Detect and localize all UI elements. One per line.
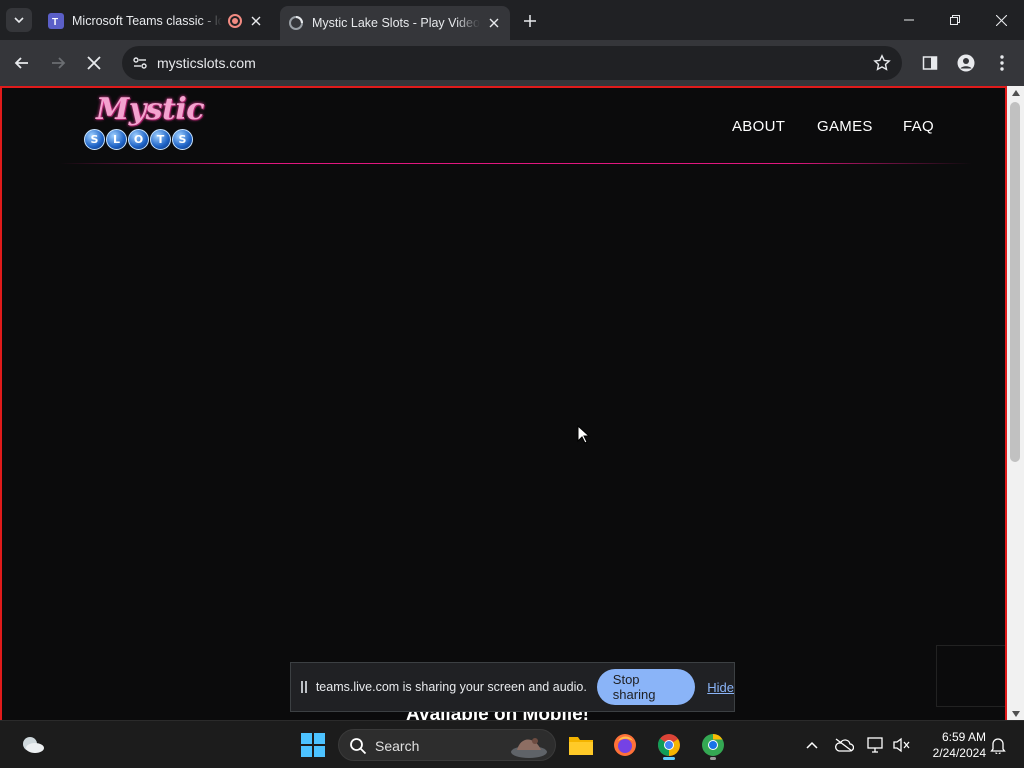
share-message: teams.live.com is sharing your screen an… [315,680,587,694]
nav-faq-link[interactable]: FAQ [903,118,934,135]
close-icon [995,14,1007,26]
mouse-cursor-icon [577,425,591,444]
page-scrollbar[interactable] [1007,86,1024,720]
minimize-icon [904,19,914,21]
bookmark-star-icon[interactable] [872,53,892,73]
windows-logo-icon [301,733,325,757]
notifications-button[interactable] [986,733,1010,757]
loading-icon [288,15,304,31]
folder-icon [569,737,593,755]
start-button[interactable] [296,728,330,762]
network-icon [867,737,883,753]
close-icon [87,56,101,70]
arrow-right-icon [52,57,66,69]
running-app-indicator [710,757,716,760]
chrome-button[interactable] [652,728,686,762]
logo-ball: S [172,129,193,150]
bell-icon [990,738,1006,754]
cloud-offline-icon [835,738,854,752]
volume-tray-button[interactable] [890,733,914,757]
tab-search-button[interactable] [6,8,32,32]
system-clock[interactable]: 6:59 AM 2/24/2024 [922,729,986,761]
side-panel-icon [922,56,938,70]
screen-share-bar: teams.live.com is sharing your screen an… [290,662,735,712]
back-button[interactable] [8,49,36,77]
logo-wordmark: Mystic [96,92,205,127]
firefox-button[interactable] [608,728,642,762]
scroll-down-arrow-icon[interactable] [1011,709,1020,718]
plus-icon [524,15,536,27]
restore-button[interactable] [932,0,978,40]
onedrive-tray-button[interactable] [832,733,856,757]
logo-ball: T [150,129,171,150]
new-tab-button[interactable] [518,10,542,32]
profile-button[interactable] [952,49,980,77]
more-vertical-icon [1000,55,1004,71]
file-explorer-button[interactable] [564,728,598,762]
address-bar[interactable]: mysticslots.com [122,46,902,80]
weather-widget[interactable] [16,728,50,762]
recording-icon [228,14,242,28]
chrome-alt-icon [702,734,724,756]
hide-share-bar-link[interactable]: Hide [707,680,734,695]
drag-handle-icon[interactable] [301,681,307,693]
profile-icon [957,54,975,72]
close-tab-icon[interactable] [248,13,264,29]
logo-slots-balls: S L O T S [84,129,193,150]
nav-about-link[interactable]: ABOUT [732,118,785,135]
active-app-indicator [663,757,675,760]
scrollbar-thumb[interactable] [1010,102,1020,462]
clock-date: 2/24/2024 [932,746,986,760]
menu-button[interactable] [988,49,1016,77]
tab-title: Mystic Lake Slots - Play Video F [312,16,480,30]
browser-toolbar: mysticslots.com [0,40,1024,86]
search-highlight-art-icon [511,738,547,758]
logo-ball: O [128,129,149,150]
chevron-up-icon [806,741,818,749]
svg-text:T: T [52,17,58,27]
chevron-down-icon [14,17,24,24]
logo-ball: S [84,129,105,150]
url-text: mysticslots.com [157,55,256,71]
tab-mystic-slots[interactable]: Mystic Lake Slots - Play Video F [280,6,510,40]
clock-time: 6:59 AM [941,730,986,744]
page-viewport: Mystic S L O T S ABOUT GAMES FAQ Availab… [0,86,1024,720]
windows-taskbar: Search 6:59 AM 2/24/2024 [0,720,1024,768]
volume-muted-icon [893,737,910,753]
stop-sharing-button[interactable]: Stop sharing [596,669,696,705]
stop-loading-button[interactable] [80,49,108,77]
side-panel-button[interactable] [916,49,944,77]
screen-share-border [0,86,1007,720]
chrome-icon [657,734,680,756]
forward-button[interactable] [44,49,72,77]
taskbar-search-box[interactable]: Search [338,729,556,761]
recaptcha-badge[interactable] [936,645,1006,707]
search-icon [350,738,367,755]
close-tab-icon[interactable] [486,15,502,31]
tab-teams[interactable]: T Microsoft Teams classic - lo [40,6,272,36]
teams-icon: T [48,13,64,29]
close-window-button[interactable] [978,0,1024,40]
chrome-canary-button[interactable] [696,728,730,762]
restore-icon [950,15,960,25]
site-logo[interactable]: Mystic S L O T S [84,92,205,156]
tab-strip: T Microsoft Teams classic - lo Mystic La… [0,0,1024,40]
logo-ball: L [106,129,127,150]
minimize-button[interactable] [886,0,932,40]
header-divider [60,163,972,164]
tab-title: Microsoft Teams classic - lo [72,14,222,28]
arrow-left-icon [14,57,28,69]
network-tray-button[interactable] [864,733,888,757]
weather-cloud-icon [23,737,44,753]
search-label: Search [375,738,420,754]
firefox-icon [614,734,636,756]
site-info-icon[interactable] [130,53,150,73]
scroll-up-arrow-icon[interactable] [1011,88,1020,97]
nav-games-link[interactable]: GAMES [817,118,873,135]
show-hidden-icons-button[interactable] [800,733,824,757]
